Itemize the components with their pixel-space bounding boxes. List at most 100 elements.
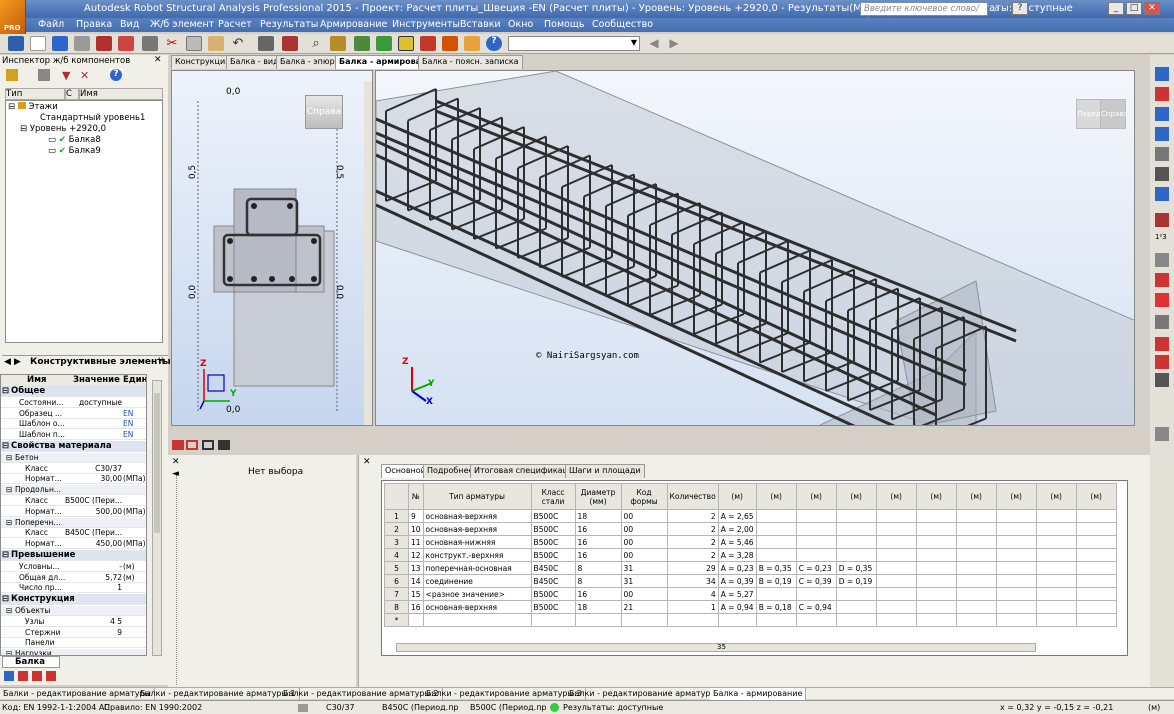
table-cell[interactable] — [1035, 548, 1077, 562]
table-cell[interactable]: B450C — [530, 574, 576, 588]
tree-node-level[interactable]: ⊟ Уровень +2920,0 — [20, 124, 106, 135]
prop-value[interactable]: 500,00 — [96, 507, 122, 517]
table-cell[interactable] — [915, 535, 957, 549]
menu-results[interactable]: Результаты — [260, 19, 318, 30]
table-cell[interactable] — [795, 509, 837, 523]
zoom-icon[interactable]: ⌕ — [308, 36, 324, 51]
line-tool-icon[interactable] — [1155, 315, 1169, 329]
table-header[interactable]: Количество — [666, 483, 719, 510]
section-view[interactable]: 0,0 0,0 0,5 0,0 0,5 0,0 Справа Z Y — [171, 70, 373, 426]
prop-row[interactable]: Условны... - (м) — [1, 562, 146, 572]
viewcube[interactable]: Справа — [305, 95, 343, 129]
tab-beam[interactable]: Балка — [2, 656, 60, 668]
table-cell[interactable]: 2 — [666, 522, 719, 536]
table-cell[interactable]: A = 2,00 — [717, 522, 757, 536]
table-cell[interactable]: A = 5,46 — [717, 535, 757, 549]
table-cell[interactable]: B500C — [530, 587, 576, 601]
table-cell[interactable] — [995, 535, 1037, 549]
table-cell[interactable]: B = 0,19 — [755, 574, 797, 588]
display-icon[interactable] — [258, 36, 274, 51]
help-icon[interactable]: ? — [110, 69, 122, 81]
collapse-icon[interactable]: ⊟ — [6, 606, 12, 616]
design-icon[interactable] — [376, 36, 392, 51]
collapse-icon[interactable]: ⊟ — [2, 550, 9, 561]
scroll-thumb[interactable] — [154, 393, 160, 533]
clear-filter-icon[interactable]: ✕ — [80, 69, 92, 82]
table-cell[interactable]: D = 0,35 — [835, 561, 877, 575]
table-cell[interactable] — [835, 587, 877, 601]
menu-add-ins[interactable]: Вставки — [460, 19, 501, 30]
filter-icon[interactable]: ▼ — [62, 69, 74, 82]
menu-window[interactable]: Окно — [508, 19, 533, 30]
table-cell[interactable]: основная-верхняя — [422, 522, 532, 536]
open-folder-icon[interactable] — [6, 69, 18, 81]
maximize-button[interactable]: □ — [1126, 2, 1142, 15]
rebar-3d-view[interactable]: © NairiSargsyan.com Перед Справа Z Y X — [375, 70, 1135, 426]
close-icon[interactable]: ✕ — [172, 457, 180, 467]
menu-file[interactable]: Файл — [38, 19, 64, 30]
table-cell[interactable]: 10 — [408, 522, 424, 536]
prop-subsection[interactable]: Продольн... ⊟ — [1, 485, 146, 496]
table-header[interactable]: (м) — [835, 483, 877, 510]
new-file-icon[interactable] — [30, 36, 46, 51]
table-cell[interactable]: 34 — [666, 574, 719, 588]
prop-value[interactable]: C30/37 — [95, 464, 122, 474]
table-cell[interactable]: 16 — [408, 600, 424, 614]
table-row[interactable]: 4 12 конструкт.-верхняя B500C 16 00 2 A = 3,28 — [384, 548, 1117, 562]
table-cell[interactable]: <разное значение> — [422, 587, 532, 601]
support-tool-icon[interactable] — [1155, 187, 1169, 201]
table-header[interactable]: (м) — [1075, 483, 1117, 510]
doc-tab-2[interactable]: Балки - редактирование арматуры:2 — [280, 688, 443, 700]
table-row[interactable]: 3 11 основная-нижняя B500C 16 00 2 A = 5,46 — [384, 535, 1117, 549]
prop-row[interactable]: Нормат... 500,00 (МПа) — [1, 507, 146, 517]
table-cell[interactable]: 9 — [408, 509, 424, 523]
slab-tool-icon[interactable] — [1155, 107, 1169, 121]
table-cell[interactable]: поперечная-основная — [422, 561, 532, 575]
table-cell[interactable]: B500C — [530, 509, 576, 523]
mode-icon[interactable] — [186, 440, 198, 450]
table-cell[interactable] — [955, 509, 997, 523]
column-tool-icon[interactable] — [1155, 87, 1169, 101]
row-number[interactable]: 5 — [384, 561, 409, 575]
table-row[interactable]: 7 15 <разное значение> B500C 16 00 4 A = 5,27 — [384, 587, 1117, 601]
table-cell[interactable] — [955, 574, 997, 588]
prop-row[interactable]: Класс C30/37 — [1, 464, 146, 474]
table-cell[interactable] — [408, 613, 424, 627]
close-icon[interactable]: ✕ — [363, 457, 371, 467]
row-number[interactable]: 2 — [384, 522, 409, 536]
props-scrollbar[interactable] — [152, 380, 162, 656]
prop-row[interactable]: Стержни 9 — [1, 628, 146, 638]
prop-row[interactable]: Нормат... 30,00 (МПа) — [1, 474, 146, 485]
menu-view[interactable]: Вид — [120, 19, 139, 30]
table-header[interactable]: № — [408, 483, 424, 510]
table-cell[interactable]: 15 — [408, 587, 424, 601]
table-header[interactable]: (м) — [955, 483, 997, 510]
table-header[interactable]: (м) — [1035, 483, 1077, 510]
calculator-icon[interactable] — [282, 36, 298, 51]
viewcube[interactable]: Перед Справа — [1076, 89, 1128, 137]
table-cell[interactable]: 2 — [666, 535, 719, 549]
table-cell[interactable] — [795, 522, 837, 536]
prop-subsection[interactable]: Нагрузки ⊟ — [1, 649, 146, 655]
table-cell[interactable] — [915, 548, 957, 562]
numbers-icon[interactable]: 1²3 — [1155, 233, 1169, 247]
collapse-icon[interactable]: ⊟ — [8, 102, 15, 112]
table-cell[interactable] — [1035, 509, 1077, 523]
search-icon[interactable]: ⌕ — [994, 2, 1008, 16]
collapse-icon[interactable]: ⊟ — [6, 518, 12, 528]
load-tool-icon[interactable] — [1155, 273, 1169, 287]
table-cell[interactable] — [955, 548, 997, 562]
table-cell[interactable]: A = 0,94 — [717, 600, 757, 614]
prop-value[interactable]: 30,00 — [101, 474, 122, 484]
prop-subsection[interactable]: Поперечн... ⊟ — [1, 517, 146, 528]
table-cell[interactable]: 31 — [620, 574, 668, 588]
table-cell[interactable] — [875, 548, 917, 562]
table-cell[interactable]: 00 — [620, 548, 668, 562]
table-cell[interactable]: 1 — [666, 600, 719, 614]
table-cell[interactable] — [955, 561, 997, 575]
doc-tab-4[interactable]: Балки - редактирование арматуры:4 — [566, 688, 729, 700]
table-cell[interactable] — [915, 522, 957, 536]
table-cell[interactable] — [620, 613, 668, 627]
table-cell[interactable]: соединение — [422, 574, 532, 588]
table-cell[interactable]: 00 — [620, 509, 668, 523]
